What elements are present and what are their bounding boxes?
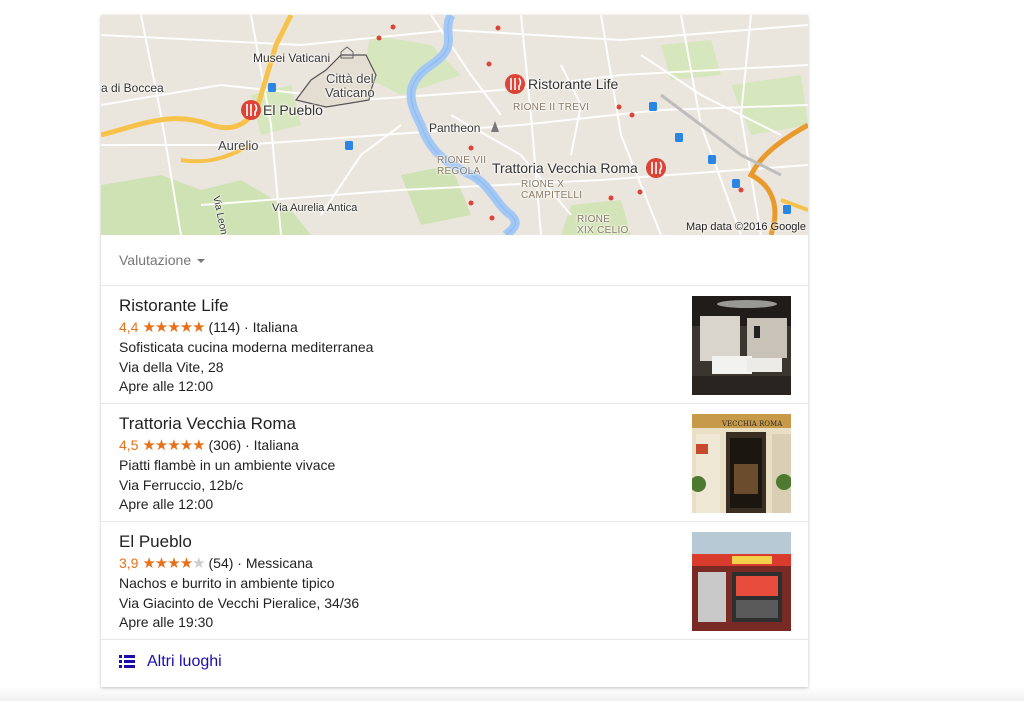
map-pin-label-trattoria-vecchia-roma[interactable]: Trattoria Vecchia Roma [492, 160, 638, 176]
map-label-citta-del-vaticano: Città del Vaticano [325, 71, 375, 100]
star-empty: ★ [192, 555, 205, 572]
result-address: Via Ferruccio, 12b/c [119, 477, 244, 493]
result-rating-row: 3,9 ★★★★★ (54) · Messicana [119, 554, 313, 572]
result-address: Via Giacinto de Vecchi Pieralice, 34/36 [119, 595, 360, 611]
result-rating-row: 4,5 ★★★★★ (306) · Italiana [119, 436, 299, 454]
result-hours: Apre alle 12:00 [119, 496, 214, 512]
cuisine: Messicana [245, 555, 313, 571]
result-photo[interactable] [692, 296, 791, 395]
result-item-trattoria-vecchia-roma[interactable]: Trattoria Vecchia Roma 4,5 ★★★★★ (306) ·… [101, 404, 808, 522]
page-bottom-shade [0, 686, 1024, 701]
result-description: Sofisticata cucina moderna mediterranea [119, 339, 374, 355]
rating-filter-dropdown[interactable]: Valutazione [119, 252, 206, 268]
map-label-aurelio: Aurelio [218, 138, 259, 153]
result-hours: Apre alle 19:30 [119, 614, 214, 630]
more-places-label: Altri luoghi [147, 653, 222, 670]
result-photo[interactable] [692, 532, 791, 631]
review-count: (306) [208, 437, 242, 453]
result-hours: Apre alle 12:00 [119, 378, 214, 394]
cuisine: Italiana [252, 319, 298, 335]
result-description: Nachos e burrito in ambiente tipico [119, 575, 335, 591]
result-photo[interactable]: VECCHIA ROMA [692, 414, 791, 513]
map-label-rione-regola: RIONE VII REGOLA [437, 155, 487, 177]
review-count: (114) [208, 319, 241, 335]
map-label-musei-vaticani: Musei Vaticani [253, 51, 331, 65]
result-item-el-pueblo[interactable]: El Pueblo 3,9 ★★★★★ (54) · Messicana Nac… [101, 522, 808, 640]
rating-value: 4,5 [119, 437, 139, 453]
list-icon [119, 655, 135, 668]
separator: · [233, 555, 246, 571]
filter-bar: Valutazione [101, 235, 808, 286]
storefront-sign-text: VECCHIA ROMA [721, 420, 783, 428]
local-results-card: Musei Vaticani a di Boccea Città del Vat… [101, 15, 808, 687]
map-label-via-aurelia: Via Aurelia Antica [272, 202, 358, 214]
result-item-ristorante-life[interactable]: Ristorante Life 4,4 ★★★★★ (114) · Italia… [101, 286, 808, 404]
result-description: Piatti flambè in un ambiente vivace [119, 457, 336, 473]
result-title[interactable]: Trattoria Vecchia Roma [119, 414, 296, 434]
map-pin-label-ristorante-life[interactable]: Ristorante Life [528, 76, 618, 92]
star-rating-icon: ★★★★★ [142, 319, 205, 336]
review-count: (54) [208, 555, 234, 571]
separator: · [241, 437, 254, 453]
map-label-boccea: a di Boccea [101, 81, 164, 95]
separator: · [240, 319, 253, 335]
rating-value: 3,9 [119, 555, 139, 571]
rating-filter-label: Valutazione [119, 252, 192, 268]
star-full: ★★★★ [142, 555, 193, 572]
map-copyright: Map data ©2016 Google [685, 221, 806, 233]
caret-down-icon [197, 259, 206, 264]
result-rating-row: 4,4 ★★★★★ (114) · Italiana [119, 318, 298, 336]
map[interactable]: Musei Vaticani a di Boccea Città del Vat… [101, 15, 808, 235]
result-title[interactable]: Ristorante Life [119, 296, 229, 316]
more-places-link[interactable]: Altri luoghi [101, 639, 808, 687]
result-address: Via della Vite, 28 [119, 359, 224, 375]
cuisine: Italiana [253, 437, 299, 453]
rating-value: 4,4 [119, 319, 139, 335]
map-label-rione-campitelli: RIONE X CAMPITELLI [521, 179, 583, 201]
star-rating-icon: ★★★★★ [142, 555, 205, 572]
map-label-rione-trevi: RIONE II TREVI [513, 102, 590, 113]
map-label-rione-celio: RIONE XIX CELIO [577, 214, 629, 235]
map-pin-label-el-pueblo[interactable]: El Pueblo [263, 102, 323, 118]
map-label-pantheon: Pantheon [429, 121, 481, 135]
star-rating-icon: ★★★★★ [142, 437, 205, 454]
result-title[interactable]: El Pueblo [119, 532, 192, 552]
